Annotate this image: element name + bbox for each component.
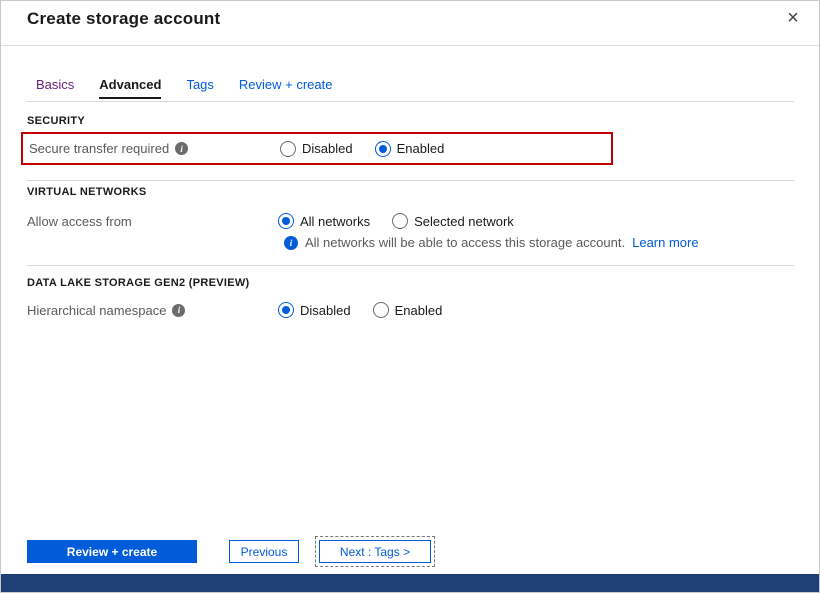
hierarchical-namespace-label: Hierarchical namespace: [27, 303, 166, 318]
tab-basics[interactable]: Basics: [36, 77, 74, 97]
create-storage-account-dialog: Create storage account × Basics Advanced…: [0, 0, 820, 593]
secure-transfer-label-group: Secure transfer required: [29, 141, 280, 156]
allow-access-row: Allow access from All networks Selected …: [21, 207, 621, 235]
close-icon[interactable]: ×: [781, 6, 805, 30]
namespace-disabled-option[interactable]: Disabled: [278, 302, 351, 318]
section-divider: [27, 180, 794, 181]
info-icon[interactable]: [172, 304, 185, 317]
radio-enabled[interactable]: [375, 141, 391, 157]
radio-disabled[interactable]: [280, 141, 296, 157]
previous-button[interactable]: Previous: [229, 540, 299, 563]
allow-access-label: Allow access from: [27, 214, 132, 229]
secure-transfer-row-highlight: Secure transfer required Disabled Enable…: [21, 132, 613, 165]
namespace-enabled-option[interactable]: Enabled: [373, 302, 443, 318]
bottom-bar: [1, 574, 819, 592]
radio-all-networks-label: All networks: [300, 214, 370, 229]
secure-transfer-disabled-option[interactable]: Disabled: [280, 141, 353, 157]
tab-advanced[interactable]: Advanced: [99, 77, 161, 99]
next-tags-button[interactable]: Next : Tags >: [319, 540, 431, 563]
info-icon: [284, 236, 298, 250]
tab-bar: Basics Advanced Tags Review + create: [36, 77, 332, 101]
section-divider: [27, 265, 794, 266]
radio-disabled-label: Disabled: [302, 141, 353, 156]
radio-enabled-label: Enabled: [397, 141, 445, 156]
tab-review-create[interactable]: Review + create: [239, 77, 333, 97]
radio-namespace-enabled-label: Enabled: [395, 303, 443, 318]
selected-network-option[interactable]: Selected network: [392, 213, 514, 229]
radio-selected-network[interactable]: [392, 213, 408, 229]
radio-namespace-enabled[interactable]: [373, 302, 389, 318]
info-text: All networks will be able to access this…: [305, 235, 625, 250]
radio-selected-network-label: Selected network: [414, 214, 514, 229]
page-title: Create storage account: [27, 9, 220, 29]
info-icon[interactable]: [175, 142, 188, 155]
section-heading-data-lake: DATA LAKE STORAGE GEN2 (PREVIEW): [27, 277, 249, 289]
radio-namespace-disabled[interactable]: [278, 302, 294, 318]
secure-transfer-label: Secure transfer required: [29, 141, 169, 156]
radio-namespace-disabled-label: Disabled: [300, 303, 351, 318]
allow-access-label-group: Allow access from: [27, 214, 278, 229]
dialog-header: Create storage account ×: [1, 1, 819, 45]
allow-access-radio-group: All networks Selected network: [278, 213, 514, 229]
header-divider: [1, 45, 819, 46]
hierarchical-namespace-label-group: Hierarchical namespace: [27, 303, 278, 318]
review-create-button[interactable]: Review + create: [27, 540, 197, 563]
learn-more-link[interactable]: Learn more: [632, 235, 698, 250]
all-networks-option[interactable]: All networks: [278, 213, 370, 229]
radio-all-networks[interactable]: [278, 213, 294, 229]
section-heading-virtual-networks: VIRTUAL NETWORKS: [27, 186, 146, 198]
tab-tags[interactable]: Tags: [186, 77, 213, 97]
section-heading-security: SECURITY: [27, 115, 85, 127]
secure-transfer-radio-group: Disabled Enabled: [280, 141, 444, 157]
secure-transfer-enabled-option[interactable]: Enabled: [375, 141, 445, 157]
all-networks-info-line: All networks will be able to access this…: [284, 235, 699, 250]
tabs-divider: [27, 101, 794, 102]
hierarchical-namespace-radio-group: Disabled Enabled: [278, 302, 442, 318]
hierarchical-namespace-row: Hierarchical namespace Disabled Enabled: [21, 296, 621, 324]
